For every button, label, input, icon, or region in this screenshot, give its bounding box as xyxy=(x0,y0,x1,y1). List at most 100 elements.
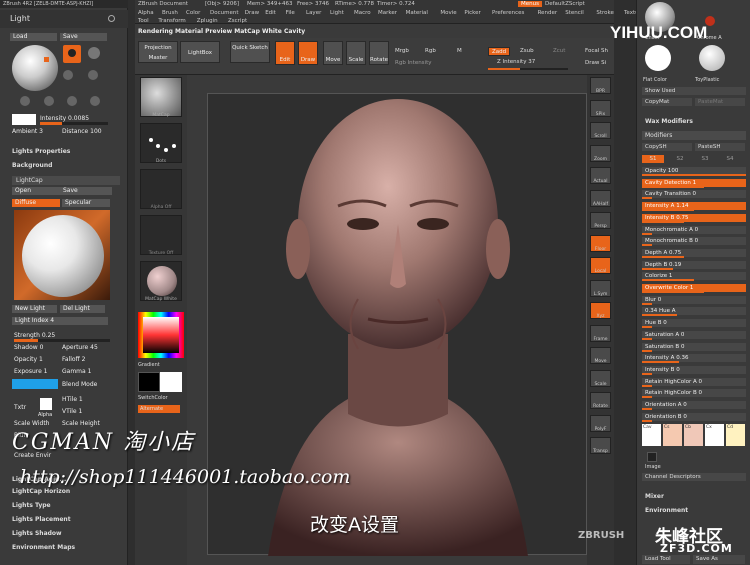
scale-button[interactable]: Scale xyxy=(346,41,366,65)
mixer-header[interactable]: Mixer xyxy=(645,493,664,500)
menu-item-transform[interactable]: Transform xyxy=(158,18,185,24)
z-intensity-slider[interactable]: Z Intensity 37 xyxy=(497,59,535,65)
exposure-slider[interactable]: Exposure 1 xyxy=(14,368,48,375)
del-light-button[interactable]: Del Light xyxy=(60,305,105,313)
z-intensity-track[interactable] xyxy=(488,68,568,70)
modifier-slider-21[interactable]: Orientation B 0 xyxy=(642,412,746,422)
gamma-slider[interactable]: Gamma 1 xyxy=(62,368,91,375)
edit-button[interactable]: Edit xyxy=(275,41,295,65)
channel-swatch-cb[interactable]: Cb xyxy=(684,424,703,446)
modifier-slider-0[interactable]: Opacity 100 xyxy=(642,167,746,176)
channel-swatch-cav[interactable]: Cav xyxy=(642,424,661,446)
menu-item-macro[interactable]: Macro xyxy=(354,10,371,16)
menu-item-brush[interactable]: Brush xyxy=(162,10,178,16)
menu-item-alpha[interactable]: Alpha xyxy=(138,10,154,16)
htile-slider[interactable]: HTile 1 xyxy=(62,396,83,403)
strength-slider[interactable]: Strength 0.25 xyxy=(14,332,55,339)
copy-sh-button[interactable]: CopySH xyxy=(642,143,692,151)
zadd-button[interactable]: Zadd xyxy=(488,47,510,56)
menus-button[interactable]: Menus xyxy=(518,1,542,7)
bulb-icon-2[interactable] xyxy=(88,47,100,59)
modifier-slider-6[interactable]: Monochromatic B 0 xyxy=(642,237,746,247)
secondary-color-swatch[interactable] xyxy=(160,372,182,392)
menu-item-render[interactable]: Render xyxy=(538,10,558,16)
strength-track[interactable] xyxy=(14,339,110,342)
channel-descriptors-button[interactable]: Channel Descriptors xyxy=(642,473,746,481)
main-color-swatch[interactable] xyxy=(138,372,160,392)
save-button[interactable]: Save xyxy=(60,33,107,41)
lights-shadow-header[interactable]: Lights Shadow xyxy=(12,530,62,537)
lightcap-save-button[interactable]: Save xyxy=(60,187,112,195)
brush-thumbnail[interactable] xyxy=(140,77,182,117)
lightbox-button[interactable]: LightBox xyxy=(180,41,220,63)
shelf-button-transp[interactable]: Transp xyxy=(590,437,611,454)
s3-tab[interactable]: S3 xyxy=(694,155,716,163)
blend-mode-button[interactable]: Blend Mode xyxy=(62,381,97,388)
load-button[interactable]: Load xyxy=(10,33,57,41)
toy-plastic-material[interactable] xyxy=(699,45,725,71)
gradient-label[interactable]: Gradient xyxy=(138,362,160,368)
shelf-button-aahalf[interactable]: AAHalf xyxy=(590,189,611,207)
modifier-slider-7[interactable]: Depth A 0.75 xyxy=(642,248,746,258)
alternate-button[interactable]: Alternate xyxy=(138,405,180,413)
default-zscript[interactable]: DefaultZScript xyxy=(545,1,585,7)
modifier-slider-10[interactable]: Overwrite Color 1 xyxy=(642,284,746,293)
menu-item-picker[interactable]: Picker xyxy=(464,10,480,16)
shadow-slider[interactable]: Shadow 0 xyxy=(14,344,43,351)
quick-sketch-button[interactable]: Quick Sketch xyxy=(230,41,270,63)
copy-mat-button[interactable]: CopyMat xyxy=(642,98,692,106)
modifiers-header[interactable]: Modifiers xyxy=(642,131,746,140)
blend-color-swatch[interactable] xyxy=(12,379,58,389)
modifier-slider-9[interactable]: Colorize 1 xyxy=(642,272,746,282)
lightcap-horizon-header[interactable]: LightCap Horizon xyxy=(12,488,70,495)
material-thumbnail[interactable] xyxy=(140,261,182,301)
lightcap-open-button[interactable]: Open xyxy=(12,187,64,195)
shelf-button-xyz[interactable]: Xyz xyxy=(590,302,611,319)
opacity-slider[interactable]: Opacity 1 xyxy=(14,356,43,363)
light-position-marker[interactable] xyxy=(44,57,49,62)
bulb-icon-6[interactable] xyxy=(44,96,54,106)
modifier-slider-8[interactable]: Depth B 0.19 xyxy=(642,260,746,270)
modifier-slider-20[interactable]: Orientation A 0 xyxy=(642,401,746,410)
zsub-button[interactable]: Zsub xyxy=(520,48,534,54)
shelf-button-zoom[interactable]: Zoom xyxy=(590,144,611,162)
lights-type-header[interactable]: Lights Type xyxy=(12,502,51,509)
menu-item-edit[interactable]: Edit xyxy=(265,10,276,16)
flat-color-material[interactable] xyxy=(645,45,671,71)
mrgb-button[interactable]: Mrgb xyxy=(395,48,409,54)
menu-item-document[interactable]: Document xyxy=(210,10,239,16)
draw-button[interactable]: Draw xyxy=(298,41,318,65)
lights-placement-header[interactable]: Lights Placement xyxy=(12,516,71,523)
menu-item-zplugin[interactable]: Zplugin xyxy=(197,18,218,24)
shelf-button-floor[interactable]: Floor xyxy=(590,234,611,252)
modifier-slider-5[interactable]: Monochromatic A 0 xyxy=(642,225,746,235)
color-picker[interactable] xyxy=(138,312,184,358)
m-button[interactable]: M xyxy=(457,48,462,54)
rotate-button[interactable]: Rotate xyxy=(369,41,389,65)
menu-item-stencil[interactable]: Stencil xyxy=(565,10,584,16)
modifier-slider-3[interactable]: Intensity A 1.14 xyxy=(642,202,746,212)
lights-properties-header[interactable]: Lights Properties xyxy=(12,148,70,155)
light-sphere-preview[interactable] xyxy=(12,45,58,91)
bulb-icon-1[interactable] xyxy=(63,45,81,63)
menu-item-file[interactable]: File xyxy=(286,10,295,16)
bulb-icon-7[interactable] xyxy=(67,96,77,106)
s2-tab[interactable]: S2 xyxy=(669,155,691,163)
shelf-button-spix[interactable]: SPix xyxy=(590,99,611,117)
paste-mat-button[interactable]: PasteMat xyxy=(695,98,745,106)
falloff-slider[interactable]: Falloff 2 xyxy=(62,356,85,363)
intensity-track[interactable] xyxy=(40,122,108,125)
bulb-icon-4[interactable] xyxy=(88,70,98,80)
settings-icon[interactable] xyxy=(108,15,115,22)
menu-item-draw[interactable]: Draw xyxy=(245,10,259,16)
paste-sh-button[interactable]: PasteSH xyxy=(695,143,745,151)
ambient-slider[interactable]: Ambient 3 xyxy=(12,128,43,135)
distance-slider[interactable]: Distance 100 xyxy=(62,128,102,135)
bulb-icon-8[interactable] xyxy=(90,96,100,106)
modifier-slider-1[interactable]: Cavity Detection 1 xyxy=(642,178,746,188)
shelf-button-frame[interactable]: Frame xyxy=(590,324,611,342)
modifier-slider-18[interactable]: Retain HighColor A 0 xyxy=(642,377,746,387)
shelf-button-scroll[interactable]: Scroll xyxy=(590,122,611,139)
lightcap-preview[interactable] xyxy=(14,210,110,300)
specular-tab[interactable]: Specular xyxy=(62,199,110,207)
